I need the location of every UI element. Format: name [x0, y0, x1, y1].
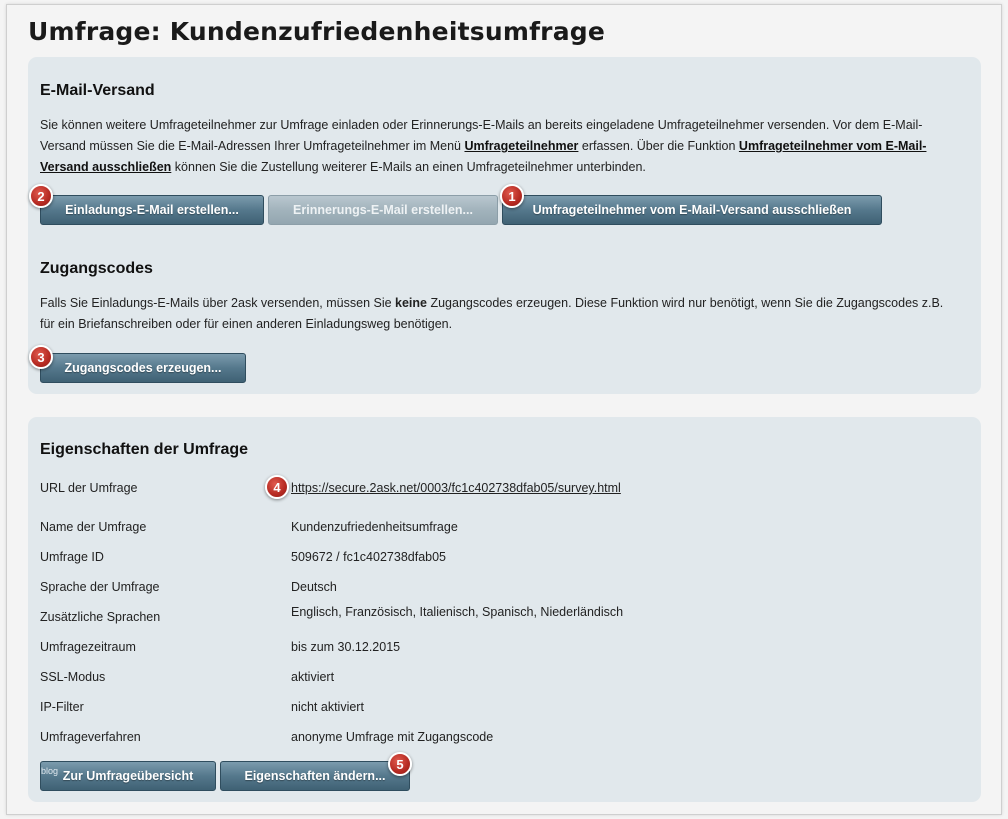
prop-label-id: Umfrage ID — [40, 550, 104, 564]
step-badge-5: 5 — [388, 752, 412, 776]
prop-value-ip-filter: nicht aktiviert — [291, 700, 364, 714]
prop-value-ssl: aktiviert — [291, 670, 335, 684]
overview-prefix: blog — [41, 766, 59, 776]
prop-label-language: Sprache der Umfrage — [40, 580, 160, 594]
participants-link[interactable]: Umfrageteilnehmer — [464, 139, 578, 153]
create-reminder-button[interactable]: Erinnerungs-E-Mail erstellen... — [268, 195, 498, 225]
edit-properties-button[interactable]: Eigenschaften ändern... — [220, 761, 410, 791]
create-reminder-label: Erinnerungs-E-Mail erstellen... — [293, 203, 473, 217]
prop-label-name: Name der Umfrage — [40, 520, 147, 534]
step-badge-2: 2 — [29, 184, 53, 208]
survey-overview-button[interactable]: blog Zur Umfrageübersicht — [40, 761, 216, 791]
survey-url-link[interactable]: https://secure.2ask.net/0003/fc1c402738d… — [291, 481, 621, 495]
exclude-participant-button[interactable]: Umfrageteilnehmer vom E-Mail-Versand aus… — [502, 195, 882, 225]
prop-label-period: Umfragezeitraum — [40, 640, 136, 654]
prop-value-url: https://secure.2ask.net/0003/fc1c402738d… — [291, 481, 621, 495]
email-heading: E-Mail-Versand — [40, 82, 155, 99]
prop-value-language: Deutsch — [291, 580, 337, 594]
step-badge-1: 1 — [500, 184, 524, 208]
email-text-2: erfassen. Über die Funktion — [578, 139, 739, 153]
prop-label-url: URL der Umfrage — [40, 481, 138, 495]
create-invitation-button[interactable]: Einladungs-E-Mail erstellen... — [40, 195, 264, 225]
codes-text-1: Falls Sie Einladungs-E-Mails über 2ask v… — [40, 296, 396, 310]
prop-label-additional-languages: Zusätzliche Sprachen — [40, 610, 161, 624]
properties-heading: Eigenschaften der Umfrage — [40, 441, 249, 458]
generate-codes-label: Zugangscodes erzeugen... — [64, 361, 222, 375]
survey-overview-label: Zur Umfrageübersicht — [62, 769, 194, 783]
prop-value-additional-languages: Englisch, Französisch, Italienisch, Span… — [291, 605, 624, 619]
step-badge-3: 3 — [29, 345, 53, 369]
prop-label-ssl: SSL-Modus — [40, 670, 106, 684]
create-invitation-label: Einladungs-E-Mail erstellen... — [65, 203, 239, 217]
codes-text-bold: keine — [395, 296, 427, 310]
email-description: Sie können weitere Umfrageteilnehmer zur… — [40, 115, 960, 178]
email-panel: E-Mail-Versand Sie können weitere Umfrag… — [28, 57, 981, 394]
email-text-3: können Sie die Zustellung weiterer E-Mai… — [171, 160, 646, 174]
prop-value-procedure: anonyme Umfrage mit Zugangscode — [291, 730, 494, 744]
exclude-participant-label: Umfrageteilnehmer vom E-Mail-Versand aus… — [532, 203, 852, 217]
prop-label-ip-filter: IP-Filter — [40, 700, 84, 714]
edit-properties-label: Eigenschaften ändern... — [244, 769, 386, 783]
codes-heading: Zugangscodes — [40, 260, 153, 277]
properties-panel: Eigenschaften der Umfrage URL der Umfrag… — [28, 417, 981, 802]
codes-description: Falls Sie Einladungs-E-Mails über 2ask v… — [40, 293, 960, 335]
prop-value-name: Kundenzufriedenheitsumfrage — [291, 520, 458, 534]
page-frame: Umfrage: Kundenzufriedenheitsumfrage E-M… — [6, 4, 1002, 815]
generate-codes-button[interactable]: Zugangscodes erzeugen... — [40, 353, 246, 383]
page-title: Umfrage: Kundenzufriedenheitsumfrage — [28, 17, 606, 46]
prop-value-period: bis zum 30.12.2015 — [291, 640, 401, 654]
prop-value-id: 509672 / fc1c402738dfab05 — [291, 550, 446, 564]
prop-label-procedure: Umfrageverfahren — [40, 730, 141, 744]
step-badge-4: 4 — [265, 475, 289, 499]
